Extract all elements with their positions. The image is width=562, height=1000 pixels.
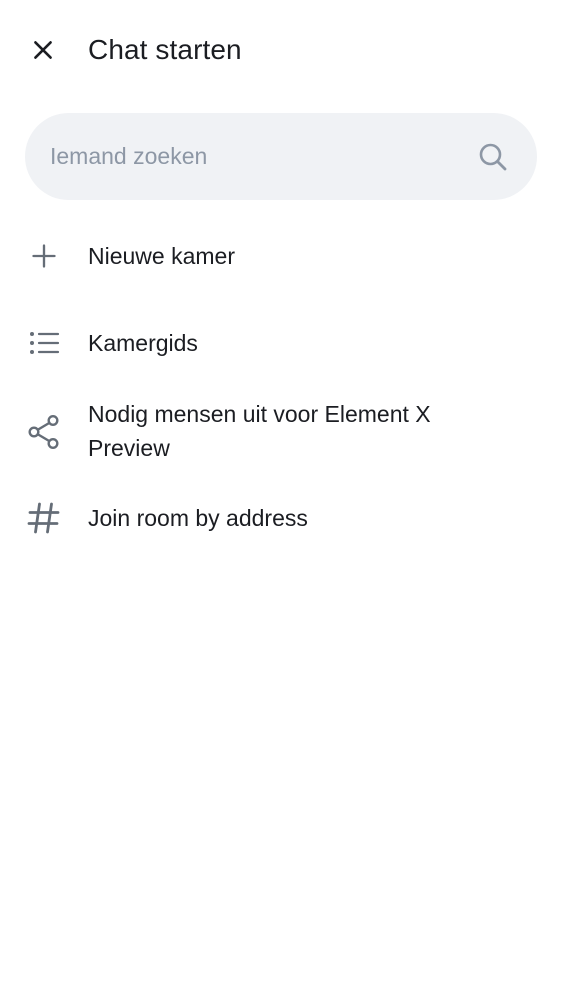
menu-item-label: Kamergids (88, 330, 198, 356)
menu-item-new-room[interactable]: Nieuwe kamer (0, 226, 562, 286)
menu-item-label: Nieuwe kamer (88, 243, 235, 269)
list-icon (26, 325, 62, 361)
top-app-bar: Chat starten (0, 0, 562, 100)
menu-item-join-by-address[interactable]: Join room by address (0, 488, 562, 548)
search-input[interactable] (50, 113, 470, 200)
page-title: Chat starten (88, 34, 242, 65)
search-icon[interactable] (477, 141, 509, 173)
hash-icon (26, 500, 62, 536)
close-button[interactable] (20, 27, 66, 73)
menu-item-label: Join room by address (88, 505, 308, 531)
plus-icon (26, 238, 62, 274)
search-bar[interactable] (25, 113, 537, 200)
share-icon (26, 414, 62, 450)
menu-item-label: Nodig mensen uit voor Element X Preview (88, 401, 431, 461)
menu-item-room-directory[interactable]: Kamergids (0, 313, 562, 373)
menu-item-invite-people[interactable]: Nodig mensen uit voor Element X Preview (0, 396, 562, 472)
close-icon (34, 41, 52, 59)
